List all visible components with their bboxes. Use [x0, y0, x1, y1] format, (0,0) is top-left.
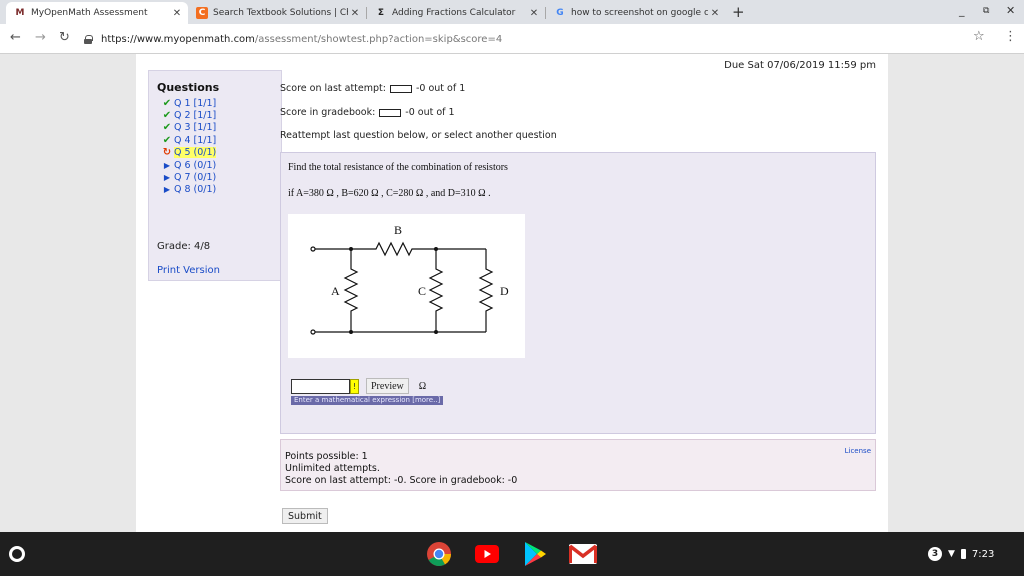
tab-title: Adding Fractions Calculator [392, 8, 516, 18]
play-arrow-icon: ▶ [163, 160, 171, 170]
unit-label: Ω [418, 380, 427, 392]
last-attempt-label: Score on last attempt: [280, 83, 386, 94]
submit-button[interactable]: Submit [282, 508, 328, 524]
back-icon[interactable]: ← [10, 30, 21, 45]
youtube-icon[interactable] [472, 540, 502, 568]
question-link-5[interactable]: ↻ Q 5 (0/1) [160, 147, 217, 159]
checkmark-icon: ✔ [162, 97, 172, 109]
launcher-icon[interactable] [9, 546, 25, 562]
last-attempt-score: Score on last attempt: -0 out of 1 [280, 83, 465, 94]
sigma-favicon-icon: Σ [377, 8, 385, 18]
tab-strip: M MyOpenMath Assessment ✕ C Search Textb… [0, 0, 1024, 24]
question-box: Find the total resistance of the combina… [280, 152, 876, 434]
checkmark-icon: ✔ [162, 110, 172, 122]
question-info-box: Points possible: 1 Unlimited attempts. S… [280, 439, 876, 491]
resistor-label-c: C [418, 284, 426, 298]
input-hint-tooltip[interactable]: Enter a mathematical expression [more..] [291, 396, 444, 405]
url-host: https://www.myopenmath.com [101, 33, 255, 45]
grade-summary: Grade: 4/8 [157, 241, 211, 252]
tab-title: how to screenshot on google ch [571, 8, 708, 18]
question-link-6[interactable]: ▶ Q 6 (0/1) [160, 159, 216, 171]
tab-google-search[interactable]: G how to screenshot on google ch ✕ [546, 2, 726, 24]
question-prompt: Find the total resistance of the combina… [288, 162, 508, 173]
browser-toolbar: ← → ↻ https://www.myopenmath.com/assessm… [0, 24, 1024, 54]
page-margin-left [0, 54, 136, 532]
lock-icon [84, 34, 93, 44]
restore-icon[interactable]: ⧉ [983, 6, 989, 16]
question-link-4[interactable]: ✔ Q 4 [1/1] [160, 134, 216, 146]
answer-row: ! Preview Ω [291, 378, 426, 394]
checkmark-icon: ✔ [162, 122, 172, 134]
url-path: /assessment/showtest.php?action=skip&sco… [254, 33, 503, 45]
question-values: if A=380 Ω , B=620 Ω , C=280 Ω , and D=3… [288, 188, 491, 199]
preview-button[interactable]: Preview [366, 378, 409, 394]
close-tab-icon[interactable]: ✕ [170, 8, 184, 19]
tab-title: MyOpenMath Assessment [31, 8, 148, 18]
question-link-7[interactable]: ▶ Q 7 (0/1) [160, 171, 216, 183]
play-arrow-icon: ▶ [163, 173, 171, 183]
tab-adding-fractions[interactable]: Σ Adding Fractions Calculator ✕ [367, 2, 545, 24]
points-possible: Points possible: 1 [285, 451, 368, 462]
close-window-icon[interactable]: ✕ [1006, 4, 1015, 17]
attempts-info: Unlimited attempts. [285, 463, 380, 474]
page-margin-right [888, 54, 1024, 532]
wifi-icon: ▼ [948, 549, 955, 559]
question-link-2[interactable]: ✔ Q 2 [1/1] [160, 109, 216, 121]
question-list: ✔ Q 1 [1/1] ✔ Q 2 [1/1] ✔ Q 3 [1/1] ✔ Q 4 [1… [160, 97, 217, 196]
score-indicator-box [379, 108, 402, 117]
chegg-favicon-icon: C [196, 7, 208, 19]
clock-time: 7:23 [971, 548, 995, 560]
tab-textbook-solutions[interactable]: C Search Textbook Solutions | Che ✕ [188, 2, 366, 24]
assessment-page: Due Sat 07/06/2019 11:59 pm Questions ✔ Q… [136, 54, 888, 532]
address-bar[interactable]: https://www.myopenmath.com/assessment/sh… [84, 28, 996, 50]
menu-dots-icon[interactable]: ⋮ [1004, 29, 1017, 44]
bookmark-star-icon[interactable]: ☆ [973, 29, 985, 44]
reattempt-message: Reattempt last question below, or select… [280, 130, 557, 141]
circuit-diagram: B A C D [310, 223, 509, 335]
question-link-1[interactable]: ✔ Q 1 [1/1] [160, 97, 216, 109]
score-indicator-box [389, 84, 412, 93]
gradebook-score: Score in gradebook: -0 out of 1 [280, 107, 455, 118]
tab-title: Search Textbook Solutions | Che [213, 8, 348, 18]
question-link-8[interactable]: ▶ Q 8 (0/1) [160, 184, 216, 196]
google-favicon-icon: G [556, 8, 564, 18]
notification-badge: 3 [928, 547, 942, 561]
last-attempt-value: -0 out of 1 [415, 83, 466, 94]
gradebook-label: Score in gradebook: [280, 107, 376, 118]
questions-sidebar: Questions ✔ Q 1 [1/1] ✔ Q 2 [1/1] ✔ Q 3 [1/… [148, 70, 282, 281]
due-date: Due Sat 07/06/2019 11:59 pm [724, 60, 876, 71]
gmail-icon[interactable] [568, 540, 598, 568]
sidebar-heading: Questions [157, 81, 220, 94]
resistor-label-d: D [500, 284, 509, 298]
score-summary: Score on last attempt: -0. Score in grad… [285, 475, 518, 486]
resistor-circuit-figure: B A C D [288, 214, 525, 358]
warning-icon: ! [350, 378, 359, 394]
reload-icon[interactable]: ↻ [59, 30, 70, 45]
question-link-3[interactable]: ✔ Q 3 [1/1] [160, 122, 216, 134]
battery-icon [960, 549, 966, 559]
print-version-link[interactable]: Print Version [157, 265, 220, 276]
chrome-icon[interactable] [424, 540, 454, 568]
close-tab-icon[interactable]: ✕ [527, 8, 541, 19]
close-tab-icon[interactable]: ✕ [708, 8, 722, 19]
forward-icon[interactable]: → [35, 30, 46, 45]
resistor-label-a: A [331, 284, 340, 298]
system-shelf: 3 ▼ 7:23 [0, 532, 1024, 576]
tab-myopenmath[interactable]: M MyOpenMath Assessment ✕ [6, 2, 188, 24]
resistor-label-b: B [394, 223, 402, 237]
license-link[interactable]: License [845, 447, 871, 455]
close-tab-icon[interactable]: ✕ [348, 8, 362, 19]
gradebook-value: -0 out of 1 [405, 107, 455, 118]
play-store-icon[interactable] [520, 540, 550, 568]
answer-input[interactable] [291, 378, 350, 394]
retry-icon: ↻ [162, 147, 172, 159]
minimize-icon[interactable]: _ [959, 4, 965, 17]
checkmark-icon: ✔ [162, 134, 172, 146]
play-arrow-icon: ▶ [163, 185, 171, 195]
myopenmath-favicon-icon: M [15, 8, 25, 18]
new-tab-icon[interactable]: + [732, 3, 745, 21]
system-tray[interactable]: 3 ▼ 7:23 [928, 544, 994, 564]
